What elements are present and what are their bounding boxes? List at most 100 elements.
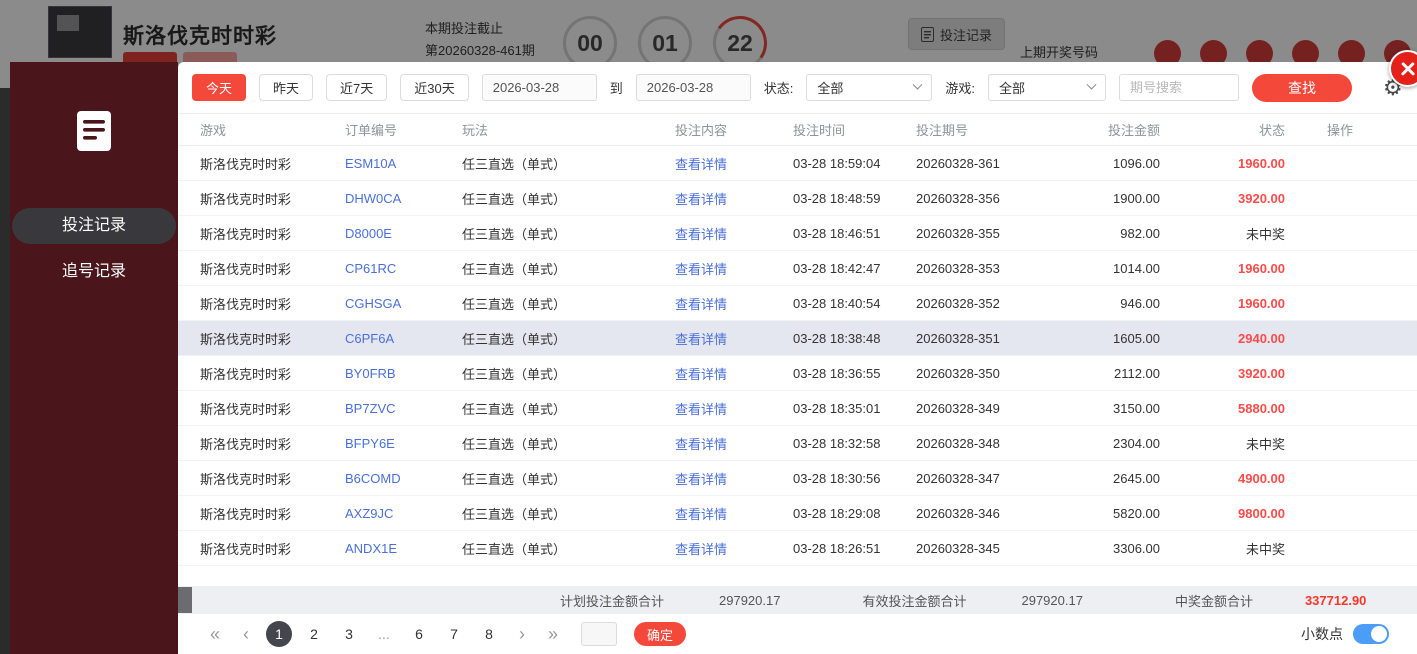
cell-period: 20260328-349 (916, 401, 1055, 416)
modal-content: 今天 昨天 近7天 近30天 到 状态: 全部 游戏: 全部 (178, 62, 1417, 654)
filter-bar: 今天 昨天 近7天 近30天 到 状态: 全部 游戏: 全部 (178, 62, 1417, 114)
cell-play: 任三直选（单式） (462, 399, 675, 418)
date-to-input[interactable] (636, 74, 751, 101)
valid-total-label: 有效投注金额合计 (862, 591, 966, 610)
decimal-toggle[interactable] (1353, 624, 1389, 644)
cell-status: 1960.00 (1160, 156, 1285, 171)
summary-bar: 计划投注金额合计 297920.17 有效投注金额合计 297920.17 中奖… (178, 586, 1417, 614)
view-details-link[interactable]: 查看详情 (675, 224, 793, 243)
win-total-value: 337712.90 (1305, 593, 1366, 608)
table-row[interactable]: 斯洛伐克时时彩 BFPY6E 任三直选（单式） 查看详情 03-28 18:32… (178, 426, 1417, 461)
order-number-link[interactable]: C6PF6A (345, 331, 462, 346)
page-jump-input[interactable] (581, 622, 617, 646)
quick-date-button[interactable]: 昨天 (259, 74, 313, 101)
order-number-link[interactable]: AXZ9JC (345, 506, 462, 521)
order-number-link[interactable]: CP61RC (345, 261, 462, 276)
table-row[interactable]: 斯洛伐克时时彩 AXZ9JC 任三直选（单式） 查看详情 03-28 18:29… (178, 496, 1417, 531)
cell-period: 20260328-355 (916, 226, 1055, 241)
view-details-link[interactable]: 查看详情 (675, 154, 793, 173)
cell-time: 03-28 18:29:08 (793, 506, 916, 521)
table-row[interactable]: 斯洛伐克时时彩 CP61RC 任三直选（单式） 查看详情 03-28 18:42… (178, 251, 1417, 286)
table-row[interactable]: 斯洛伐克时时彩 CGHSGA 任三直选（单式） 查看详情 03-28 18:40… (178, 286, 1417, 321)
status-select[interactable]: 全部 (806, 74, 932, 101)
table-row[interactable]: 斯洛伐克时时彩 BY0FRB 任三直选（单式） 查看详情 03-28 18:36… (178, 356, 1417, 391)
order-number-link[interactable]: B6COMD (345, 471, 462, 486)
summary-corner (178, 587, 192, 613)
col-status: 状态 (1160, 120, 1285, 139)
game-select[interactable]: 全部 (988, 74, 1106, 101)
period-search-input[interactable] (1119, 74, 1239, 101)
table-header: 游戏 订单编号 玩法 投注内容 投注时间 投注期号 投注金额 状态 操作 (178, 114, 1417, 146)
col-content: 投注内容 (675, 120, 793, 139)
view-details-link[interactable]: 查看详情 (675, 364, 793, 383)
col-period: 投注期号 (916, 120, 1055, 139)
quick-date-button[interactable]: 近7天 (326, 74, 387, 101)
cell-play: 任三直选（单式） (462, 294, 675, 313)
status-label: 状态: (764, 78, 794, 97)
last-page-icon[interactable]: » (542, 625, 564, 643)
view-details-link[interactable]: 查看详情 (675, 329, 793, 348)
win-total-label: 中奖金额合计 (1175, 591, 1253, 610)
cell-amount: 5820.00 (1055, 506, 1160, 521)
table-row[interactable]: 斯洛伐克时时彩 ANDX1E 任三直选（单式） 查看详情 03-28 18:26… (178, 531, 1417, 566)
col-action: 操作 (1285, 120, 1395, 139)
order-number-link[interactable]: D8000E (345, 226, 462, 241)
quick-date-button[interactable]: 今天 (192, 74, 246, 101)
page-number[interactable]: 8 (476, 621, 502, 647)
cell-game: 斯洛伐克时时彩 (200, 504, 345, 523)
cell-play: 任三直选（单式） (462, 364, 675, 383)
order-number-link[interactable]: BFPY6E (345, 436, 462, 451)
order-number-link[interactable]: BY0FRB (345, 366, 462, 381)
view-details-link[interactable]: 查看详情 (675, 469, 793, 488)
search-button[interactable]: 查找 (1252, 74, 1352, 102)
page-number[interactable]: 1 (266, 621, 292, 647)
quick-date-button[interactable]: 近30天 (400, 74, 468, 101)
order-number-link[interactable]: BP7ZVC (345, 401, 462, 416)
view-details-link[interactable]: 查看详情 (675, 399, 793, 418)
order-number-link[interactable]: CGHSGA (345, 296, 462, 311)
view-details-link[interactable]: 查看详情 (675, 539, 793, 558)
cell-time: 03-28 18:32:58 (793, 436, 916, 451)
cell-amount: 1014.00 (1055, 261, 1160, 276)
order-number-link[interactable]: ESM10A (345, 156, 462, 171)
next-page-icon[interactable]: › (511, 625, 533, 643)
pagination-bar: « ‹ 1 2 3 ... 6 7 8 › » (178, 614, 1417, 654)
first-page-icon[interactable]: « (204, 625, 226, 643)
prev-page-icon[interactable]: ‹ (235, 625, 257, 643)
cell-time: 03-28 18:42:47 (793, 261, 916, 276)
table-row[interactable]: 斯洛伐克时时彩 B6COMD 任三直选（单式） 查看详情 03-28 18:30… (178, 461, 1417, 496)
page-number[interactable]: 7 (441, 621, 467, 647)
cell-play: 任三直选（单式） (462, 189, 675, 208)
sidebar-item[interactable]: 投注记录 (12, 208, 176, 244)
date-from-input[interactable] (482, 74, 597, 101)
col-time: 投注时间 (793, 120, 916, 139)
cell-time: 03-28 18:35:01 (793, 401, 916, 416)
view-details-link[interactable]: 查看详情 (675, 504, 793, 523)
view-details-link[interactable]: 查看详情 (675, 259, 793, 278)
page-number[interactable]: ... (371, 621, 397, 647)
confirm-button[interactable]: 确定 (634, 622, 686, 646)
table-row[interactable]: 斯洛伐克时时彩 C6PF6A 任三直选（单式） 查看详情 03-28 18:38… (178, 321, 1417, 356)
order-number-link[interactable]: DHW0CA (345, 191, 462, 206)
cell-game: 斯洛伐克时时彩 (200, 399, 345, 418)
page-number[interactable]: 3 (336, 621, 362, 647)
view-details-link[interactable]: 查看详情 (675, 434, 793, 453)
cell-status: 2940.00 (1160, 331, 1285, 346)
table-row[interactable]: 斯洛伐克时时彩 DHW0CA 任三直选（单式） 查看详情 03-28 18:48… (178, 181, 1417, 216)
sidebar-item[interactable]: 追号记录 (12, 254, 176, 290)
cell-game: 斯洛伐克时时彩 (200, 329, 345, 348)
page-number[interactable]: 6 (406, 621, 432, 647)
page-number[interactable]: 2 (301, 621, 327, 647)
table-row[interactable]: 斯洛伐克时时彩 ESM10A 任三直选（单式） 查看详情 03-28 18:59… (178, 146, 1417, 181)
table-row[interactable]: 斯洛伐克时时彩 D8000E 任三直选（单式） 查看详情 03-28 18:46… (178, 216, 1417, 251)
cell-time: 03-28 18:48:59 (793, 191, 916, 206)
order-number-link[interactable]: ANDX1E (345, 541, 462, 556)
cell-amount: 1900.00 (1055, 191, 1160, 206)
cell-status: 1960.00 (1160, 261, 1285, 276)
cell-period: 20260328-356 (916, 191, 1055, 206)
table-row[interactable]: 斯洛伐克时时彩 BP7ZVC 任三直选（单式） 查看详情 03-28 18:35… (178, 391, 1417, 426)
view-details-link[interactable]: 查看详情 (675, 294, 793, 313)
col-amount: 投注金额 (1055, 120, 1160, 139)
view-details-link[interactable]: 查看详情 (675, 189, 793, 208)
records-document-icon (71, 108, 117, 154)
